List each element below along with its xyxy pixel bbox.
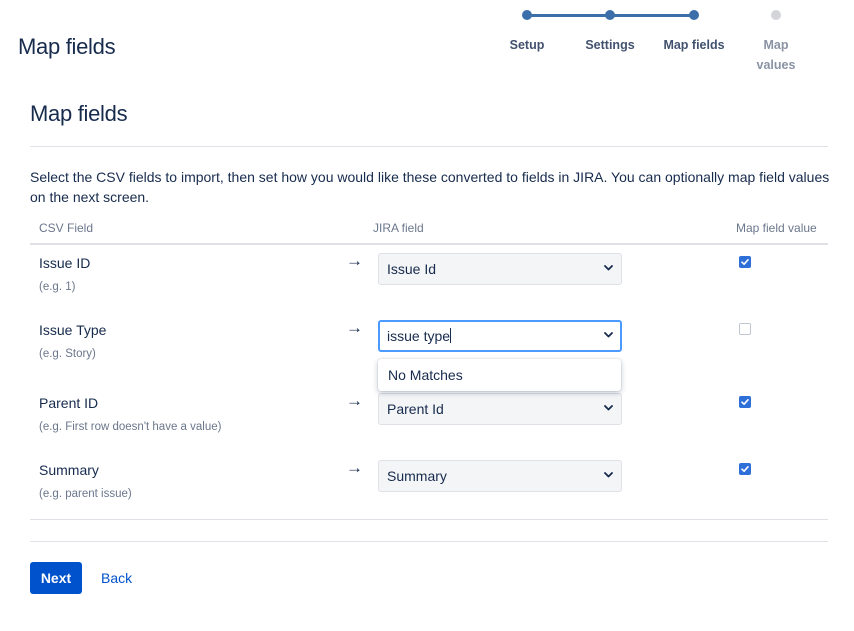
map-field-value-checkbox[interactable] [739,323,751,335]
column-header-jira-field: JIRA field [373,221,424,235]
footer-divider [30,541,828,542]
chevron-down-icon [604,265,613,271]
csv-field-example: (e.g. parent issue) [39,488,132,500]
progress-dot-map-values [771,10,781,20]
csv-field-example: (e.g. First row doesn't have a value) [39,421,222,433]
table-header-divider [30,243,828,245]
arrow-right-icon: → [346,318,363,337]
progress-tracker: Setup Settings Map fields Map values [0,0,854,80]
next-button[interactable]: Next [30,562,82,594]
step-label-map-fields: Map fields [663,38,725,52]
step-label-map-values-line1: Map [763,38,789,52]
step-label-map-values-line2: values [756,58,796,72]
progress-dot-settings [605,10,615,20]
map-field-value-checkbox[interactable] [739,256,751,268]
csv-field-name: Issue Type [39,322,107,338]
progress-dot-map-fields [689,10,699,20]
jira-field-select-value: Summary [387,468,447,484]
step-label-setup: Setup [509,38,545,52]
column-header-csv-field: CSV Field [39,221,94,235]
jira-field-select-value: Parent Id [387,401,444,417]
chevron-down-icon [604,472,613,478]
jira-field-select[interactable]: Summary [378,460,622,492]
jira-field-search-input[interactable]: issue type [378,320,622,352]
arrow-right-icon: → [346,458,363,477]
csv-field-example: (e.g. 1) [39,281,76,293]
jira-field-select-value: Issue Id [387,261,437,277]
jira-field-select[interactable]: Parent Id [378,393,622,425]
chevron-down-icon [604,332,613,338]
checkmark-icon [741,259,749,265]
column-header-map-field-value: Map field value [736,221,817,235]
title-divider [30,146,828,147]
progress-dot-setup [522,10,532,20]
back-link[interactable]: Back [101,562,132,594]
no-matches-message: No Matches [388,367,463,383]
description: Select the CSV fields to import, then se… [30,169,830,205]
section-title: Map fields [30,101,128,126]
step-label-settings: Settings [585,38,635,52]
checkmark-icon [741,399,749,405]
jira-field-select[interactable]: Issue Id [378,253,622,285]
jira-field-dropdown-menu: No Matches [378,359,621,391]
map-field-value-checkbox[interactable] [739,396,751,408]
checkmark-icon [741,466,749,472]
step-label-map-values: Map values [731,35,821,75]
jira-field-search-text: issue type [387,328,451,344]
text-caret [450,328,452,343]
csv-field-name: Parent ID [39,395,99,411]
arrow-right-icon: → [346,391,363,410]
csv-field-name: Summary [39,462,99,478]
arrow-right-icon: → [346,251,363,270]
csv-field-example: (e.g. Story) [39,348,96,360]
map-field-value-checkbox[interactable] [739,463,751,475]
csv-field-name: Issue ID [39,255,91,271]
table-bottom-divider [30,519,828,520]
chevron-down-icon [604,405,613,411]
